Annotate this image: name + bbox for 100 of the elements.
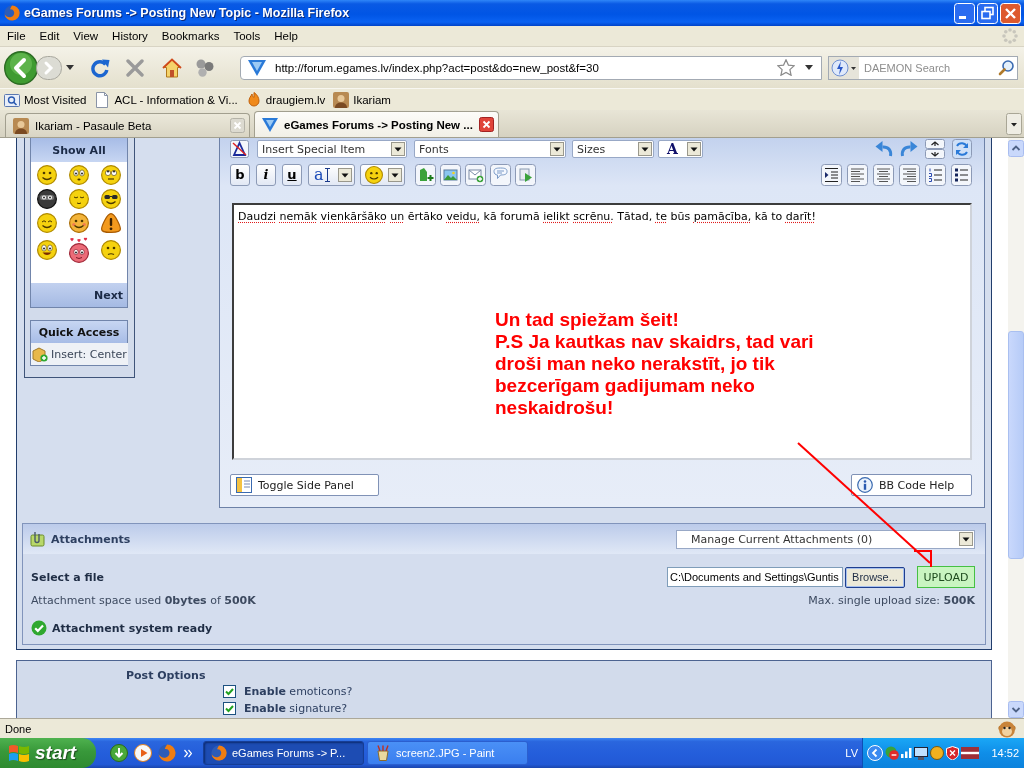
align-center-icon[interactable] [873,163,894,186]
bookmark-link[interactable]: Most Visited [3,91,88,108]
monitor-icon[interactable] [914,746,928,760]
redo-icon[interactable] [900,141,918,157]
next-link[interactable]: Next [31,283,127,307]
glasses-smiley-icon[interactable] [101,189,121,209]
show-all-link[interactable]: Show All [31,138,127,162]
resize-icon[interactable] [925,139,945,159]
taskbar-button[interactable]: screen2.JPG - Paint [367,741,528,765]
bb-code-help-button[interactable]: BB Code Help [851,474,972,496]
file-path-field[interactable]: C:\Documents and Settings\Guntis [667,567,843,587]
bookmark-link[interactable]: ACL - Information & Vi... [93,91,239,108]
no-entry-icon[interactable] [885,746,899,760]
font-face-button[interactable]: a [308,163,355,186]
start-button[interactable]: start [0,738,96,768]
scrollbar-thumb[interactable] [1008,331,1024,559]
collapse-icon[interactable] [867,745,883,761]
smiley-icon[interactable] [37,165,57,185]
clock: 14:52 [991,747,1019,759]
menu-item[interactable]: Bookmarks [155,27,228,45]
upload-button[interactable]: UPLOAD [917,566,975,588]
add-icon[interactable] [415,163,436,186]
quick-access-item[interactable]: Insert: Center [31,343,128,365]
language-indicator[interactable]: LV [845,747,858,759]
toggle-side-panel-button[interactable]: Toggle Side Panel [230,474,379,496]
caret-icon [638,142,652,156]
checkbox[interactable] [223,702,236,715]
minimize-icon[interactable] [954,2,975,24]
caret-icon[interactable] [1006,112,1022,135]
bookmark-link[interactable]: draugiem.lv [244,91,327,108]
indent-icon[interactable] [821,163,842,186]
search-field[interactable]: DAEMON Search [828,55,1018,80]
tab[interactable]: Ikariam - Pasaule Beta [5,113,250,137]
image-icon[interactable] [440,163,461,186]
star-icon[interactable] [777,59,795,76]
exclamation-icon[interactable] [101,213,121,233]
quick-access-header: Quick Access [31,321,127,343]
font-dropdown[interactable]: Fonts [414,140,566,158]
home-icon[interactable] [162,57,182,78]
checkbox[interactable] [223,685,236,698]
manage-attachments-dropdown[interactable]: Manage Current Attachments (0) [676,529,975,549]
font-color-button[interactable]: A [658,140,703,158]
cluster-icon[interactable] [196,58,214,77]
unsure-smiley-icon[interactable] [101,240,121,260]
search-icon[interactable] [998,59,1014,76]
monkey-face-icon[interactable] [998,719,1016,738]
content-smiley-icon[interactable] [37,213,57,233]
bold-button[interactable]: b [230,163,250,186]
reload-icon[interactable] [90,57,110,78]
rolling-eyes-smiley-icon[interactable] [101,165,121,185]
italic-button[interactable]: i [256,163,276,186]
attachments-title: Attachments [51,532,131,546]
scroll-up-icon[interactable] [1008,140,1024,157]
signal-icon[interactable] [901,748,912,758]
restore-icon[interactable] [977,2,998,24]
goggles-smiley-icon[interactable] [37,189,57,209]
blushing-smiley-icon[interactable] [69,213,89,233]
play-icon[interactable] [515,163,536,186]
bulleted-list-icon[interactable] [951,163,972,186]
menu-item[interactable]: View [67,27,107,45]
wide-eyed-smiley-icon[interactable] [69,165,89,185]
caret-icon[interactable] [805,65,813,70]
numbered-list-icon[interactable] [925,163,946,186]
menu-item[interactable]: Edit [33,27,68,45]
hearts-smiley-icon[interactable] [69,237,89,263]
status-text: Done [5,722,32,735]
special-item-icon[interactable] [230,140,249,158]
envelope-icon[interactable] [465,163,486,186]
play-icon[interactable] [134,744,152,762]
sleepy-smiley-icon[interactable] [69,189,89,209]
address-field[interactable]: http://forum.egames.lv/index.php?act=post&do=new_post&f=30 [240,55,822,80]
menu-item[interactable]: History [106,27,156,45]
scroll-down-icon[interactable] [1008,701,1024,718]
shield-icon[interactable] [946,746,959,760]
flag-icon[interactable] [961,747,979,759]
avatar-icon [13,117,29,134]
close-icon[interactable] [479,117,494,132]
max-upload-size-text: Max. single upload size: 500K [808,593,975,607]
browse-button[interactable]: Browse... [845,566,905,588]
bookmark-link[interactable]: Ikariam [332,91,392,108]
emoticon-button[interactable] [360,163,405,186]
align-left-icon[interactable] [847,163,868,186]
underline-button[interactable]: u [282,163,302,186]
menu-item[interactable]: Help [268,27,306,45]
size-dropdown[interactable]: Sizes [572,140,654,158]
chevron-icon[interactable] [184,748,192,758]
grinning-smiley-icon[interactable] [37,240,57,260]
back-icon[interactable] [4,50,38,85]
menu-item[interactable]: Tools [227,27,269,45]
special-item-dropdown[interactable]: Insert Special Item [257,140,407,158]
taskbar-button[interactable]: eGames Forums -> P... [203,741,364,765]
speech-bubble-icon[interactable] [490,163,511,186]
undo-icon[interactable] [875,141,893,157]
align-right-icon[interactable] [899,163,920,186]
menu-item[interactable]: File [1,27,34,45]
lightning-icon[interactable] [829,56,859,79]
tab[interactable]: eGames Forums -> Posting New ... [254,111,499,137]
download-icon[interactable] [110,744,128,762]
refresh-icon[interactable] [952,139,972,159]
caret-icon[interactable] [66,65,74,70]
